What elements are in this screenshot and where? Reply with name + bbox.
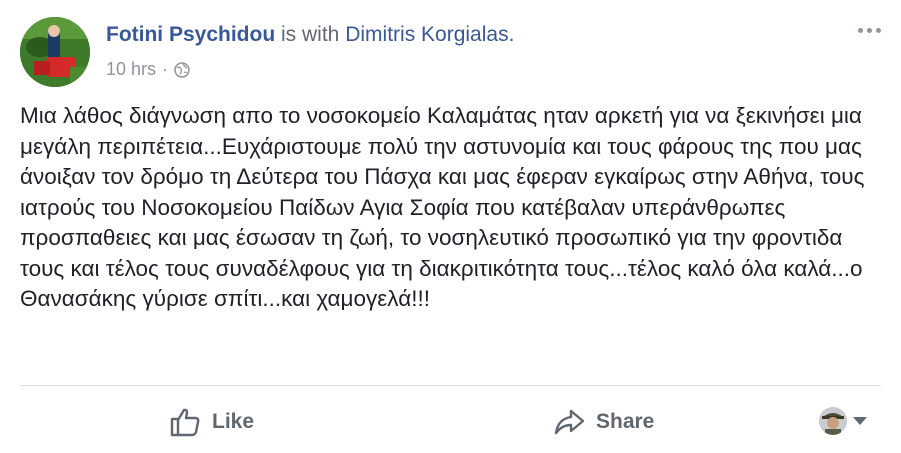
more-dot — [857, 27, 863, 33]
share-button[interactable]: Share — [552, 402, 654, 442]
author-name[interactable]: Fotini Psychidou — [106, 23, 275, 46]
post-as-selector[interactable] — [819, 407, 867, 435]
like-button[interactable]: Like — [168, 402, 254, 442]
thumbs-up-icon — [170, 408, 200, 437]
globe-icon[interactable] — [174, 61, 190, 78]
like-label: Like — [212, 410, 255, 433]
viewer-avatar — [819, 407, 847, 435]
share-arrow-icon — [554, 409, 585, 435]
post-time[interactable]: 10 hrs — [106, 58, 156, 80]
chevron-down-icon — [853, 417, 867, 425]
avatar-photo — [20, 17, 90, 87]
meta-separator: · — [162, 59, 169, 79]
with-text: is with — [281, 23, 340, 46]
post-header: Fotini Psychidou is with Dimitris Korgia… — [106, 22, 514, 48]
share-label: Share — [596, 410, 655, 433]
post-body: Μια λάθος διάγνωση απο το νοσοκομείο Καλ… — [20, 103, 865, 311]
post-meta: 10 hrs · — [106, 58, 190, 80]
tagged-user[interactable]: Dimitris Korgialas. — [345, 23, 514, 46]
more-options-icon[interactable] — [855, 22, 883, 38]
actions-divider — [20, 385, 881, 386]
more-dot — [866, 27, 872, 33]
author-avatar[interactable] — [20, 17, 90, 87]
more-dot — [875, 27, 881, 33]
